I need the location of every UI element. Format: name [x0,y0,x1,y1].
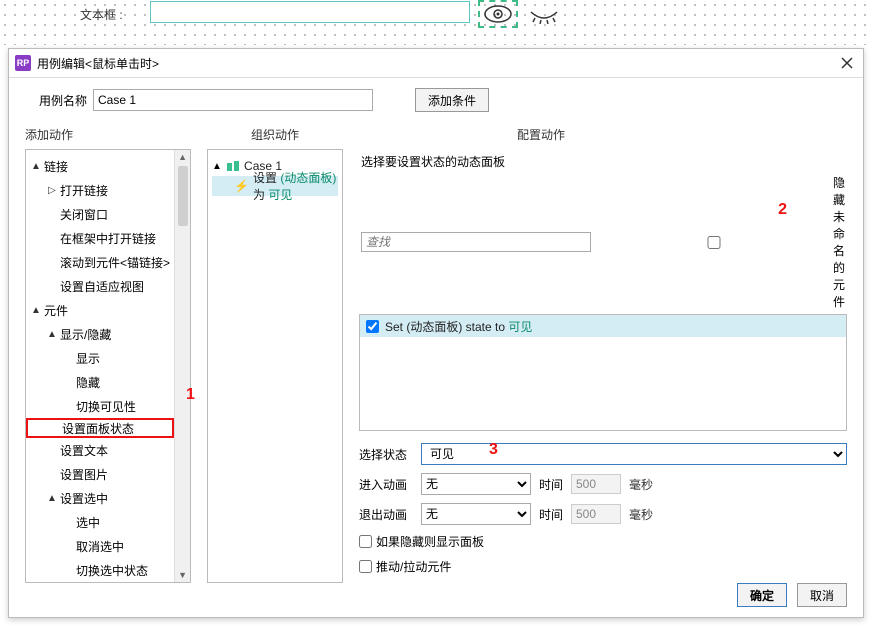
tree-group-widget[interactable]: ▲元件 [26,300,174,320]
select-state-dropdown[interactable]: 可见 [421,443,847,465]
anim-out-dropdown[interactable]: 无 [421,503,531,525]
tree-item-show[interactable]: ·显示 [26,348,174,368]
eye-closed-icon[interactable] [524,0,564,28]
tree-item-show-hide[interactable]: ▲显示/隐藏 [26,324,174,344]
search-input[interactable] [361,232,591,252]
tree-group-link[interactable]: ▲链接 [26,156,174,176]
cancel-button[interactable]: 取消 [797,583,847,607]
tree-scrollbar[interactable]: ▲ ▼ [174,150,190,582]
add-action-panel: ▲链接 ▷打开链接 ·关闭窗口 ·在框架中打开链接 ·滚动到元件<锚链接> ·设… [25,149,191,583]
eye-open-icon[interactable] [478,0,518,28]
textbox-widget[interactable] [150,1,470,23]
duration-in-input[interactable] [571,474,621,494]
panel-list: Set (动态面板) state to 可见 [359,314,847,431]
ms-label-in: 毫秒 [629,476,653,493]
panel-item-checkbox[interactable] [366,320,379,333]
time-label-in: 时间 [539,476,563,493]
ok-button[interactable]: 确定 [737,583,787,607]
tree-item-hide[interactable]: ·隐藏 [26,372,174,392]
tree-item-open-in-frame[interactable]: ·在框架中打开链接 [26,228,174,248]
configure-action-panel: 选择要设置状态的动态面板 隐藏未命名的元件 Set (动态面板) state t… [359,149,847,575]
duration-out-input[interactable] [571,504,621,524]
cfg-top-label: 选择要设置状态的动态面板 [359,149,847,174]
ms-label-out: 毫秒 [629,506,653,523]
select-state-label: 选择状态 [359,446,413,463]
tree-item-set-image[interactable]: ·设置图片 [26,464,174,484]
case-editor-dialog: RP 用例编辑<鼠标单击时> 用例名称 添加条件 添加动作 组织动作 配置动作 … [8,48,864,618]
show-if-hidden-checkbox[interactable]: 如果隐藏则显示面板 [359,533,847,550]
tree-item-close-window[interactable]: ·关闭窗口 [26,204,174,224]
header-configure-action: 配置动作 [517,126,847,143]
tree-item-scroll-anchor[interactable]: ·滚动到元件<锚链接> [26,252,174,272]
bolt-icon: ⚡ [234,179,249,193]
case-name-input[interactable] [93,89,373,111]
hide-unnamed-checkbox[interactable]: 隐藏未命名的元件 [599,174,845,310]
case-name-label: 用例名称 [39,92,87,109]
push-pull-checkbox[interactable]: 推动/拉动元件 [359,558,847,575]
tree-item-set-panel-state[interactable]: ·设置面板状态 [26,418,174,438]
titlebar: RP 用例编辑<鼠标单击时> [9,49,863,78]
tree-item-toggle-vis[interactable]: ·切换可见性 [26,396,174,416]
tree-item-selected[interactable]: ·选中 [26,512,174,532]
anim-in-dropdown[interactable]: 无 [421,473,531,495]
add-condition-button[interactable]: 添加条件 [415,88,489,112]
scroll-down-icon[interactable]: ▼ [176,568,190,582]
case-icon [226,160,240,172]
tree-item-toggle-sel[interactable]: ·切换选中状态 [26,560,174,580]
action-tree: ▲链接 ▷打开链接 ·关闭窗口 ·在框架中打开链接 ·滚动到元件<锚链接> ·设… [26,150,174,582]
tree-item-open-link[interactable]: ▷打开链接 [26,180,174,200]
tree-item-set-selected[interactable]: ▲设置选中 [26,488,174,508]
time-label-out: 时间 [539,506,563,523]
tree-item-set-text[interactable]: ·设置文本 [26,440,174,460]
tree-item-unselected[interactable]: ·取消选中 [26,536,174,556]
scroll-up-icon[interactable]: ▲ [176,150,190,164]
textbox-label: 文本框 : [80,6,123,23]
app-icon: RP [15,55,31,71]
scroll-thumb[interactable] [178,166,188,226]
tree-item-adaptive[interactable]: ·设置自适应视图 [26,276,174,296]
panel-list-item[interactable]: Set (动态面板) state to 可见 [360,315,846,337]
dialog-title: 用例编辑<鼠标单击时> [37,55,159,72]
anim-in-label: 进入动画 [359,476,413,493]
header-add-action: 添加动作 [25,126,235,143]
header-organize-action: 组织动作 [251,126,501,143]
organize-action-panel: ▲ Case 1 ⚡ 设置 (动态面板) 为 可见 [207,149,343,583]
org-action-row[interactable]: ⚡ 设置 (动态面板) 为 可见 [212,176,338,196]
close-icon[interactable] [837,53,857,73]
anim-out-label: 退出动画 [359,506,413,523]
